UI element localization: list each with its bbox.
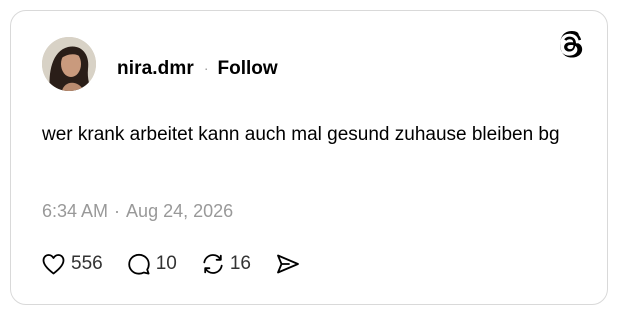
post-card: nira.dmr · Follow wer krank arbeitet kan… — [10, 10, 608, 305]
threads-logo-icon[interactable] — [557, 31, 585, 59]
post-timestamp[interactable]: 6:34 AM · Aug 24, 2026 — [42, 201, 233, 222]
username[interactable]: nira.dmr — [117, 58, 194, 80]
avatar-image — [42, 37, 96, 91]
timestamp-separator: · — [114, 201, 121, 221]
post-header: nira.dmr · Follow — [117, 55, 278, 83]
reply-button[interactable]: 10 — [127, 252, 177, 276]
follow-button[interactable]: Follow — [218, 58, 278, 80]
reply-count: 10 — [155, 253, 177, 274]
repost-arrows-icon — [203, 254, 223, 274]
like-button[interactable]: 556 — [41, 252, 103, 276]
post-actions: 556 10 16 — [41, 251, 325, 277]
paper-plane-icon — [277, 254, 299, 274]
speech-bubble-icon — [128, 253, 150, 275]
heart-icon — [42, 254, 65, 275]
repost-button[interactable]: 16 — [201, 252, 251, 276]
header-separator: · — [203, 60, 209, 76]
post-text: wer krank arbeitet kann auch mal gesund … — [42, 124, 560, 145]
like-count: 556 — [71, 253, 103, 274]
post-time: 6:34 AM — [42, 201, 109, 221]
share-button[interactable] — [275, 252, 301, 276]
repost-count: 16 — [229, 253, 251, 274]
avatar[interactable] — [42, 37, 96, 91]
post-date: Aug 24, 2026 — [126, 201, 234, 221]
